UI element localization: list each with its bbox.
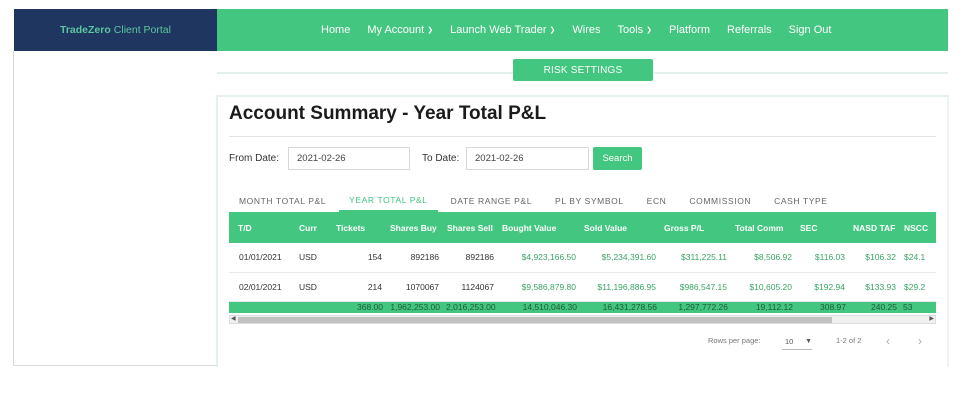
total-cell: 19,112.12 bbox=[755, 302, 793, 313]
rows-per-page-label: Rows per page: bbox=[708, 336, 761, 345]
col-header[interactable]: Shares Buy bbox=[386, 212, 443, 243]
total-cell: 2,016,253.00 bbox=[446, 302, 496, 313]
risk-settings-button[interactable]: RISK SETTINGS bbox=[513, 59, 653, 81]
from-date-input[interactable] bbox=[288, 147, 410, 170]
table-row[interactable]: 02/01/2021 USD 214 1070067 1124067 $9,58… bbox=[229, 272, 936, 301]
scroll-right-icon[interactable]: ▶ bbox=[929, 315, 934, 322]
nav-home[interactable]: Home bbox=[321, 24, 350, 36]
chevron-down-icon: ❯ bbox=[427, 27, 434, 34]
nav-referrals[interactable]: Referrals bbox=[727, 24, 772, 36]
chevron-down-icon: ❯ bbox=[549, 27, 556, 34]
rows-per-page-select[interactable]: 10 ▼ bbox=[782, 334, 812, 350]
cell: $24.1 bbox=[904, 252, 926, 263]
col-header[interactable]: NSCC bbox=[900, 212, 936, 243]
total-cell: 308.97 bbox=[820, 302, 846, 313]
col-header[interactable]: Total Comm bbox=[731, 212, 796, 243]
total-cell: 16,431,278.56 bbox=[602, 302, 657, 313]
brand-logo[interactable]: TradeZero Client Portal bbox=[14, 9, 217, 51]
cell: $8,506.92 bbox=[754, 252, 792, 263]
cell: 01/01/2021 bbox=[239, 252, 282, 263]
col-header[interactable]: Tickets bbox=[332, 212, 386, 243]
cell: $133.93 bbox=[865, 281, 896, 292]
cell: 214 bbox=[367, 281, 382, 292]
dropdown-arrow-icon: ▼ bbox=[805, 338, 812, 345]
cell: 02/01/2021 bbox=[239, 281, 282, 292]
col-header[interactable]: Bought Value bbox=[498, 212, 580, 243]
table-header-row: T/D Curr Tickets Shares Buy Shares Sell … bbox=[229, 212, 936, 243]
report-tabs: MONTH TOTAL P&L YEAR TOTAL P&L DATE RANG… bbox=[229, 190, 841, 212]
tab-commission[interactable]: COMMISSION bbox=[679, 190, 761, 212]
title-divider bbox=[229, 136, 936, 137]
col-header[interactable]: Curr bbox=[295, 212, 332, 243]
to-date-label: To Date: bbox=[422, 153, 460, 164]
cell: $106.32 bbox=[865, 252, 896, 263]
cell: $116.03 bbox=[814, 252, 845, 263]
search-button[interactable]: Search bbox=[593, 147, 642, 170]
total-cell: 1,297,772.26 bbox=[678, 302, 728, 313]
tab-date-range-pl[interactable]: DATE RANGE P&L bbox=[441, 190, 542, 212]
col-header[interactable]: SEC bbox=[796, 212, 849, 243]
top-navbar: Home My Account ❯ Launch Web Trader ❯ Wire… bbox=[217, 9, 948, 51]
prev-page-icon[interactable]: ‹ bbox=[886, 334, 890, 348]
page-range: 1-2 of 2 bbox=[836, 336, 862, 345]
tab-year-total-pl[interactable]: YEAR TOTAL P&L bbox=[339, 190, 438, 212]
col-header[interactable]: Gross P/L bbox=[660, 212, 731, 243]
total-cell: 240.25 bbox=[871, 302, 897, 313]
tab-pl-by-symbol[interactable]: PL BY SYMBOL bbox=[545, 190, 634, 212]
table-row[interactable]: 01/01/2021 USD 154 892186 892186 $4,923,… bbox=[229, 243, 936, 272]
brand-suffix: Client Portal bbox=[113, 24, 171, 36]
col-header[interactable]: NASD TAF bbox=[849, 212, 900, 243]
nav-my-account[interactable]: My Account ❯ bbox=[367, 24, 433, 36]
cell: $29.2 bbox=[904, 281, 926, 292]
rows-per-page-value: 10 bbox=[785, 337, 794, 346]
tab-ecn[interactable]: ECN bbox=[637, 190, 677, 212]
total-cell bbox=[229, 301, 295, 313]
cell: 1070067 bbox=[405, 281, 439, 292]
next-page-icon[interactable]: › bbox=[918, 334, 922, 348]
nav-wires[interactable]: Wires bbox=[572, 24, 600, 36]
pl-table: T/D Curr Tickets Shares Buy Shares Sell … bbox=[229, 212, 936, 313]
nav-sign-out[interactable]: Sign Out bbox=[789, 24, 832, 36]
total-cell bbox=[295, 301, 332, 313]
cell: $4,923,166.50 bbox=[521, 252, 576, 263]
horizontal-scrollbar[interactable]: ◀ ▶ bbox=[229, 315, 936, 324]
nav-launch-web-trader[interactable]: Launch Web Trader ❯ bbox=[450, 24, 555, 36]
cell: 892186 bbox=[410, 252, 439, 263]
nav-platform[interactable]: Platform bbox=[669, 24, 710, 36]
scrollbar-thumb[interactable] bbox=[238, 317, 832, 323]
chevron-down-icon: ❯ bbox=[646, 27, 653, 34]
from-date-label: From Date: bbox=[229, 153, 280, 164]
total-cell: 53 bbox=[903, 302, 913, 313]
cell: $9,586,879.80 bbox=[521, 281, 576, 292]
cell: $11,196,886.95 bbox=[597, 281, 656, 292]
page-title: Account Summary - Year Total P&L bbox=[229, 103, 547, 124]
tab-month-total-pl[interactable]: MONTH TOTAL P&L bbox=[229, 190, 336, 212]
col-header[interactable]: T/D bbox=[229, 212, 295, 243]
total-cell: 368.00 bbox=[357, 302, 383, 313]
table-totals-row: 368.00 1,962,253.00 2,016,253.00 14,510,… bbox=[229, 301, 936, 313]
brand-name: TradeZero bbox=[60, 24, 111, 36]
pl-table-container: T/D Curr Tickets Shares Buy Shares Sell … bbox=[229, 212, 936, 315]
col-header[interactable]: Shares Sell bbox=[443, 212, 498, 243]
cell: $311,225.11 bbox=[680, 252, 727, 263]
cell: $10,605.20 bbox=[749, 281, 792, 292]
cell: USD bbox=[299, 252, 317, 263]
col-header[interactable]: Sold Value bbox=[580, 212, 660, 243]
total-cell: 1,962,253.00 bbox=[390, 302, 440, 313]
to-date-input[interactable] bbox=[466, 147, 589, 170]
tab-cash-type[interactable]: CASH TYPE bbox=[764, 190, 837, 212]
cell: 1124067 bbox=[461, 281, 494, 292]
scroll-left-icon[interactable]: ◀ bbox=[231, 315, 236, 322]
left-sidebar bbox=[13, 51, 217, 366]
cell: $192.94 bbox=[814, 281, 845, 292]
cell: 892186 bbox=[465, 252, 494, 263]
total-cell: 14,510,046.30 bbox=[522, 302, 577, 313]
cell: USD bbox=[299, 281, 317, 292]
cell: 154 bbox=[367, 252, 382, 263]
cell: $5,234,391.60 bbox=[601, 252, 656, 263]
cell: $986,547.15 bbox=[679, 281, 727, 292]
nav-tools[interactable]: Tools ❯ bbox=[617, 24, 652, 36]
